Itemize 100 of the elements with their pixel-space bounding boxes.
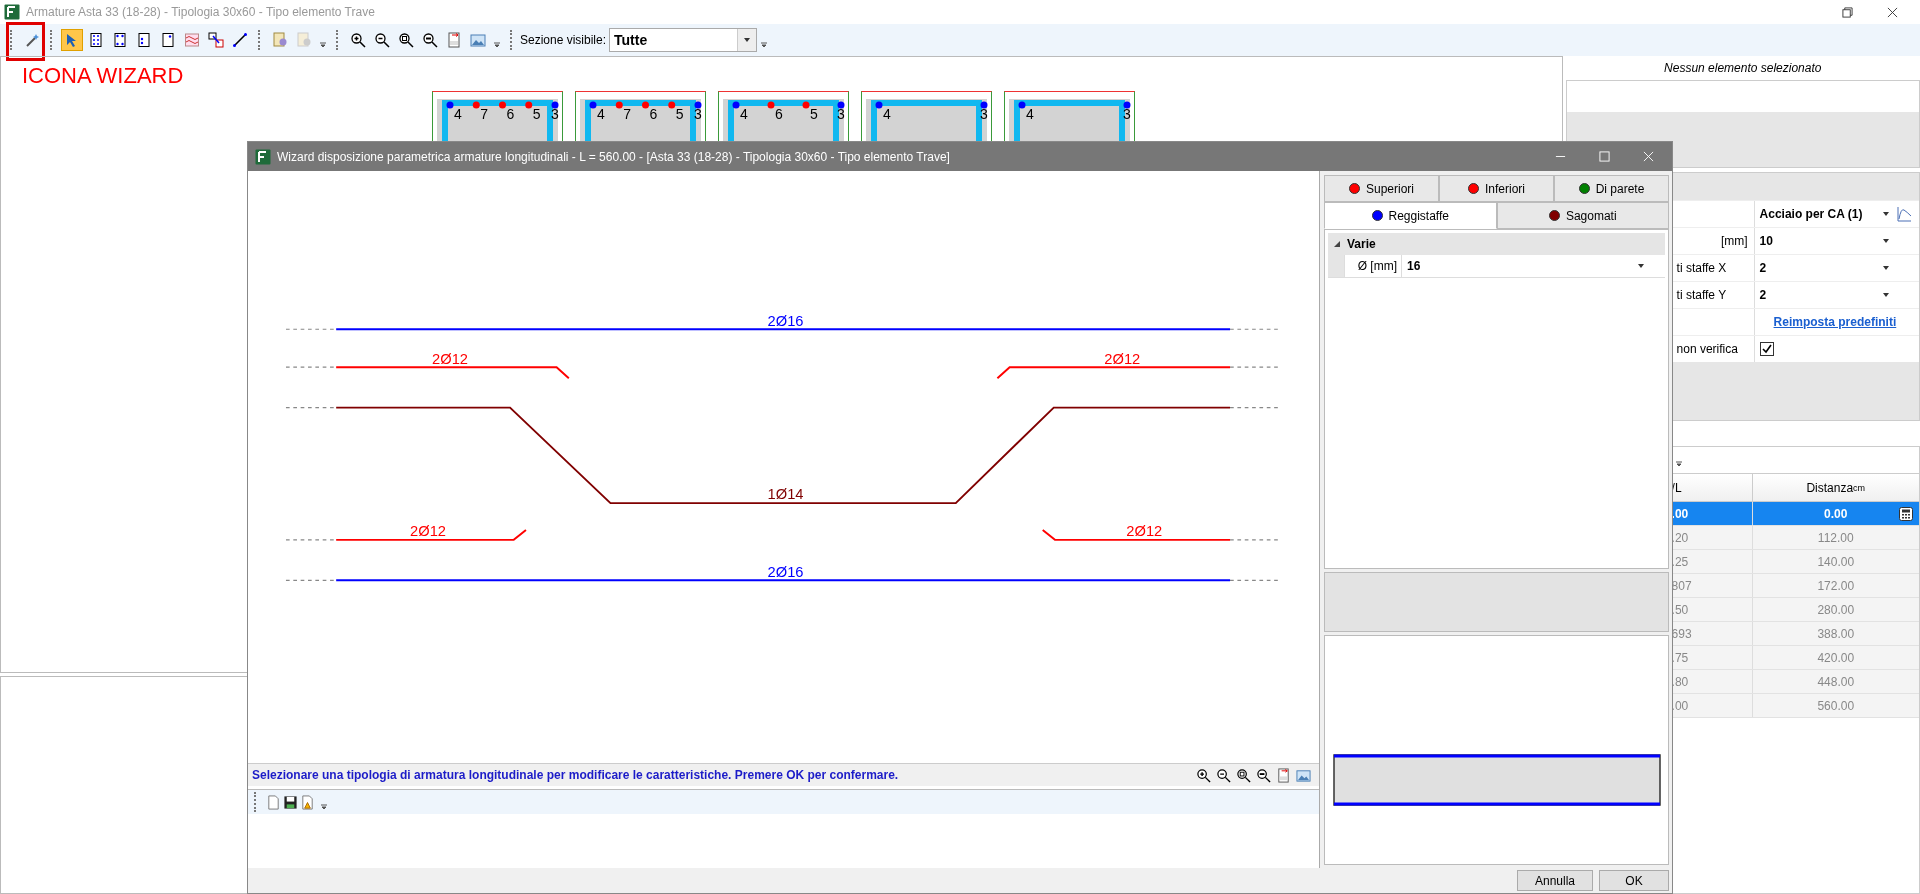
rebar-number: 4 bbox=[597, 106, 605, 122]
curve-chart-icon[interactable] bbox=[1895, 206, 1912, 222]
property-dropdown[interactable]: 2 bbox=[1759, 261, 1896, 275]
table-cell: 0.00 bbox=[1824, 506, 1848, 521]
expanded-icon[interactable] bbox=[1333, 240, 1341, 248]
table-cell: 140.00 bbox=[1817, 554, 1855, 569]
app-icon bbox=[4, 4, 20, 20]
zoom-in-icon[interactable] bbox=[1196, 767, 1211, 783]
property-dropdown[interactable]: 2 bbox=[1759, 288, 1896, 302]
table-cell: .50 bbox=[1671, 602, 1689, 617]
rebar-number: 4 bbox=[883, 106, 891, 122]
rebar-label: 2Ø12 bbox=[1126, 523, 1163, 540]
dialog-button[interactable]: Annulla bbox=[1517, 870, 1593, 891]
dashed-line bbox=[1229, 366, 1280, 368]
selection-text: Nessun elemento selezionato bbox=[1663, 60, 1823, 77]
rebar-label: 1Ø14 bbox=[767, 486, 804, 503]
app-icon bbox=[255, 148, 271, 165]
zoom-window-icon[interactable] bbox=[1256, 767, 1271, 783]
rebar-number: 4 bbox=[454, 106, 462, 122]
property-dropdown[interactable]: 10 bbox=[1759, 234, 1896, 248]
image-icon[interactable] bbox=[1296, 767, 1311, 783]
table-cell: 172.00 bbox=[1817, 578, 1855, 593]
overflow-icon[interactable] bbox=[320, 803, 328, 811]
tab[interactable]: Di parete bbox=[1554, 175, 1669, 202]
pointer-icon[interactable] bbox=[61, 29, 83, 51]
restore-icon[interactable] bbox=[1842, 6, 1853, 18]
dashed-line bbox=[1229, 407, 1280, 409]
table-cell: 388.00 bbox=[1817, 626, 1855, 641]
property-label: ti staffe Y bbox=[1676, 288, 1727, 302]
rebar-line[interactable] bbox=[335, 328, 1232, 331]
status-message: Selezionare una tipologia di armatura longitudinale per modificare le caratteristiche. Premere OK per confermare. bbox=[252, 768, 899, 782]
dashed-line bbox=[285, 579, 337, 581]
property-dropdown[interactable]: Acciaio per CA (1) bbox=[1759, 207, 1896, 221]
zoom-fit-icon[interactable] bbox=[1236, 767, 1251, 783]
rebar-number: 4 bbox=[1026, 106, 1034, 122]
rebar-label: 2Ø16 bbox=[767, 312, 804, 329]
dashed-line bbox=[1229, 539, 1280, 541]
table-cell: 420.00 bbox=[1817, 650, 1855, 665]
calculator-icon[interactable] bbox=[1899, 506, 1913, 521]
dropdown-caret-icon[interactable] bbox=[1637, 262, 1645, 270]
dropdown-caret-icon[interactable] bbox=[743, 36, 752, 44]
dashed-line bbox=[285, 407, 337, 409]
table-cell: .75 bbox=[1671, 650, 1689, 665]
table-cell: 112.00 bbox=[1817, 530, 1854, 545]
zoom-out-icon[interactable] bbox=[1216, 767, 1231, 783]
rebar-number: 7 bbox=[480, 106, 489, 122]
dashed-line bbox=[285, 366, 337, 368]
tab[interactable]: Sagomati bbox=[1496, 202, 1669, 229]
table-cell: .20 bbox=[1671, 530, 1689, 545]
rebar-number: 6 bbox=[775, 106, 783, 122]
property-label: [mm] bbox=[1720, 234, 1749, 248]
dropdown-caret-icon[interactable] bbox=[1881, 264, 1890, 272]
rebar-label: 2Ø16 bbox=[767, 563, 804, 580]
property-label: non verifica bbox=[1676, 342, 1738, 356]
rebar-label: 2Ø12 bbox=[432, 350, 468, 367]
overflow-icon[interactable] bbox=[493, 41, 501, 49]
reset-defaults-link[interactable]: Reimposta predefiniti bbox=[1773, 315, 1897, 329]
overflow-icon[interactable] bbox=[1674, 460, 1683, 468]
diameter-dropdown[interactable]: 16 bbox=[1402, 255, 1665, 277]
table-cell: .25 bbox=[1671, 554, 1689, 569]
rebar-line[interactable] bbox=[335, 579, 1232, 582]
dropdown-caret-icon[interactable] bbox=[1881, 210, 1890, 218]
rebar-line[interactable] bbox=[996, 366, 1232, 380]
field-label: Ø [mm] bbox=[1357, 259, 1397, 273]
tab[interactable]: Reggistaffe bbox=[1324, 202, 1497, 229]
table-cell: .80 bbox=[1671, 674, 1689, 689]
rebar-number: 6 bbox=[649, 106, 658, 122]
dropdown-caret-icon[interactable] bbox=[1881, 237, 1890, 245]
table-cell: .00 bbox=[1671, 506, 1689, 521]
rebar-number: 7 bbox=[623, 106, 632, 122]
dropdown-caret-icon[interactable] bbox=[1881, 291, 1890, 299]
section-label: Sezione visibile: bbox=[520, 33, 607, 47]
tab[interactable]: Superiori bbox=[1324, 175, 1439, 202]
table-cell: 560.00 bbox=[1817, 698, 1855, 713]
close-icon[interactable] bbox=[1887, 6, 1898, 18]
tab[interactable]: Inferiori bbox=[1439, 175, 1554, 202]
rebar-label: 2Ø12 bbox=[1104, 350, 1141, 367]
rebar-number: 4 bbox=[740, 106, 748, 122]
save-icon[interactable] bbox=[283, 794, 298, 810]
overflow-icon[interactable] bbox=[319, 41, 327, 49]
export-document-icon[interactable] bbox=[1276, 767, 1291, 783]
property-label: ti staffe X bbox=[1676, 261, 1727, 275]
overflow-icon[interactable] bbox=[760, 41, 769, 49]
rebar-line[interactable] bbox=[335, 366, 570, 380]
group-label: Varie bbox=[1347, 237, 1376, 251]
checkbox[interactable] bbox=[1759, 342, 1774, 356]
rebar-number: 5 bbox=[675, 106, 684, 122]
rebar-line[interactable] bbox=[335, 406, 1232, 505]
rebar-number: 6 bbox=[506, 106, 515, 122]
table-cell: 280.00 bbox=[1817, 602, 1855, 617]
dashed-line bbox=[285, 328, 337, 330]
table-cell: 448.00 bbox=[1817, 674, 1855, 689]
dialog-button[interactable]: OK bbox=[1599, 870, 1669, 891]
window-title: Armature Asta 33 (18-28) - Tipologia 30x60 - Tipo elemento Trave bbox=[26, 5, 375, 19]
rebar-label: 2Ø12 bbox=[410, 523, 446, 540]
rebar-number: 5 bbox=[532, 106, 541, 122]
dialog-title: Wizard disposizione parametrica armature longitudinali - L = 560.00 - [Asta 33 (18-28) - Tipologia 30x60 - Tipo elemento Trave] bbox=[277, 149, 950, 164]
maximize-icon[interactable] bbox=[1599, 151, 1610, 162]
section-dropdown[interactable]: Tutte bbox=[609, 28, 758, 52]
nodes-icon[interactable] bbox=[205, 29, 227, 51]
